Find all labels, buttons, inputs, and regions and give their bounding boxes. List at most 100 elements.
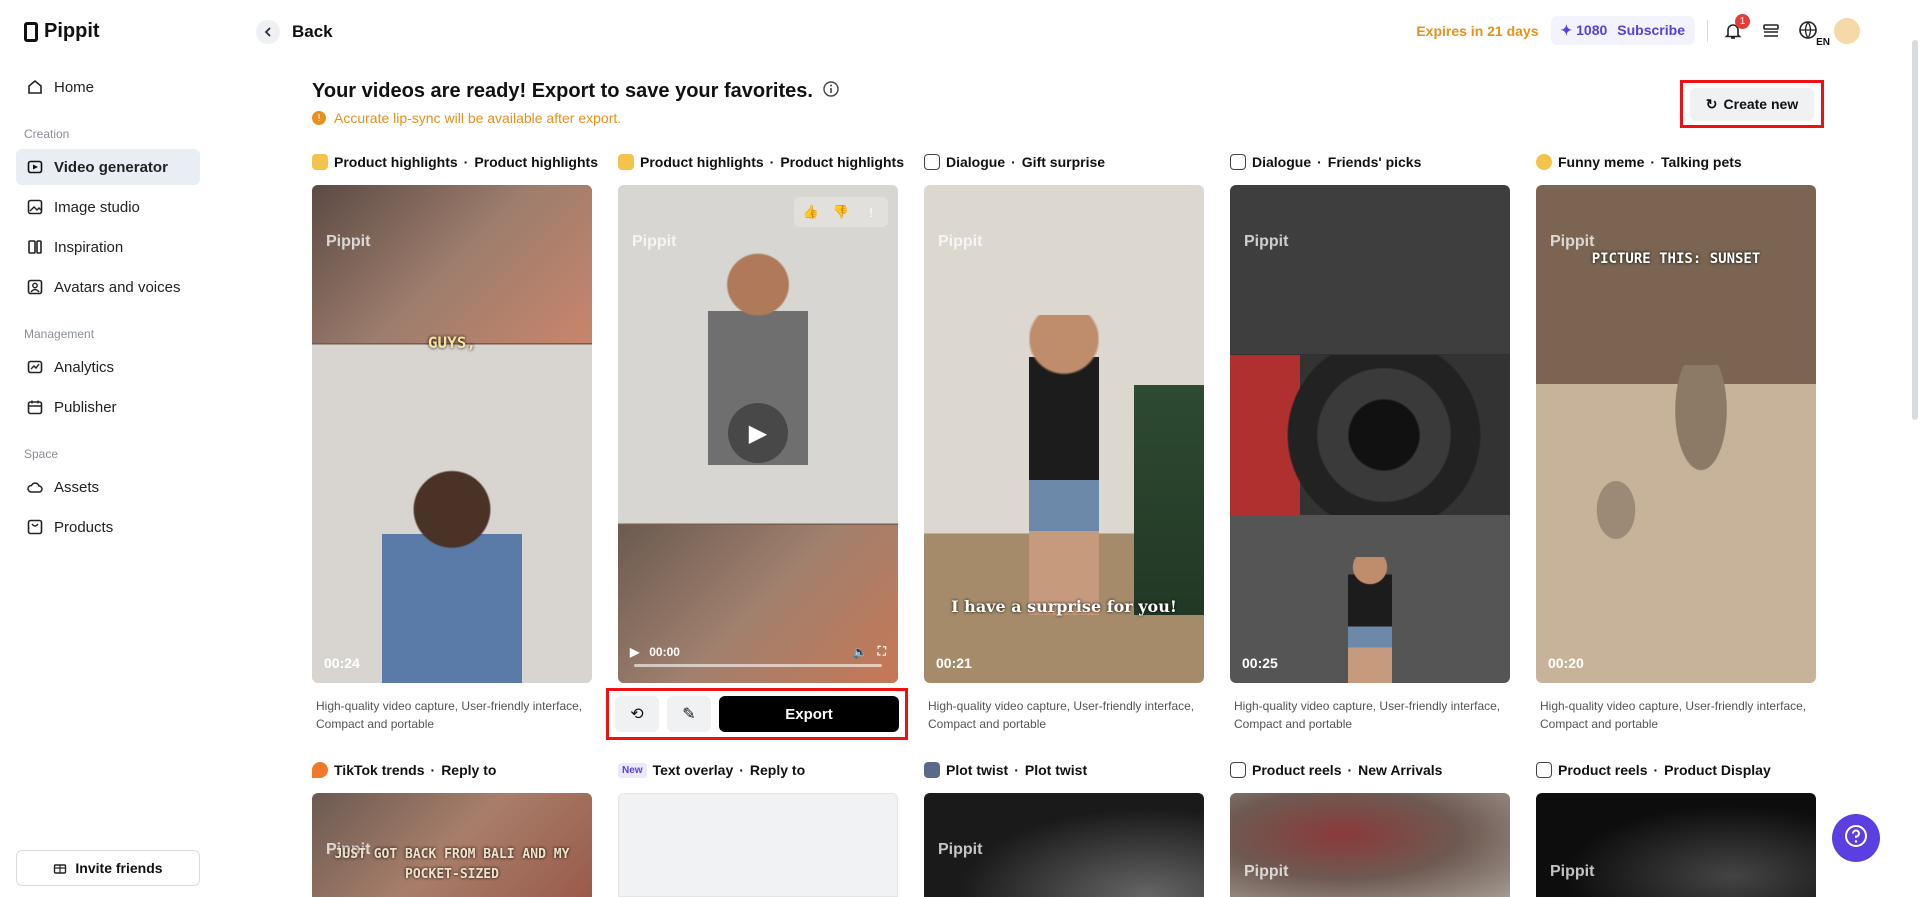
sidebar-item-image-studio[interactable]: Image studio [16, 189, 200, 225]
video-thumbnail[interactable]: Pippit I have a surprise for you! 00:21 [924, 185, 1204, 683]
cloud-icon [26, 478, 44, 496]
sparkle-icon [312, 154, 328, 170]
card-title: Funny meme · Talking pets [1536, 154, 1742, 170]
card-actions: ⟲ ✎ Export [606, 688, 908, 740]
card-title: Product reels · New Arrivals [1230, 762, 1442, 778]
regenerate-button[interactable]: ⟲ [615, 696, 659, 732]
video-thumbnail[interactable]: Pippit 00:25 [1230, 185, 1510, 683]
thumbs-up-icon[interactable]: 👍 [798, 201, 824, 223]
video-caption: I have a surprise for you! [951, 597, 1177, 616]
refresh-icon: ↻ [1705, 95, 1718, 112]
chat-bubble-icon [1230, 154, 1246, 170]
card-title: Dialogue · Friends' picks [1230, 154, 1421, 170]
watermark: Pippit [938, 233, 983, 250]
video-duration: 00:24 [324, 655, 360, 671]
video-player[interactable]: Pippit 👍 👎 ! ▶ ▶ 00:00 🔈 ⛶ [618, 185, 898, 683]
fullscreen-icon[interactable]: ⛶ [878, 644, 886, 659]
card-title: New Text overlay · Reply to [618, 762, 805, 778]
create-new-highlight: ↻ Create new [1680, 80, 1824, 128]
layers-icon[interactable] [1758, 18, 1784, 44]
fire-icon [312, 762, 328, 778]
video-thumbnail[interactable]: Pippit JUST GOT BACK FROM BALI AND MY PO… [312, 793, 592, 897]
thumbs-down-icon[interactable]: 👎 [828, 201, 854, 223]
watermark: Pippit [1550, 863, 1595, 880]
camera-lens-image [1230, 355, 1510, 515]
sidebar-item-inspiration[interactable]: Inspiration [16, 229, 200, 265]
sidebar: Pippit Home Creation Video generator Ima… [0, 0, 216, 897]
sparkle-icon [618, 154, 634, 170]
help-icon [1844, 824, 1868, 853]
video-description: High-quality video capture, User-friendl… [928, 699, 1195, 731]
notification-bell-icon[interactable]: 1 [1720, 13, 1750, 44]
video-thumbnail[interactable]: Pippit [924, 793, 1204, 897]
video-caption: JUST GOT BACK FROM BALI AND MY POCKET-SI… [334, 847, 570, 882]
laughing-face-icon [1536, 154, 1552, 170]
credits-subscribe[interactable]: ✦ 1080 Subscribe [1550, 16, 1695, 45]
thumbnail-image [618, 525, 898, 683]
export-button[interactable]: Export [719, 696, 899, 732]
divider [1707, 19, 1708, 42]
player-time: 00:00 [649, 644, 680, 659]
video-thumbnail[interactable]: Pippit [1230, 793, 1510, 897]
card-title: Product highlights · Product highlights [312, 154, 598, 170]
lipsync-notice: ! Accurate lip-sync will be available aft… [312, 110, 621, 126]
sidebar-item-analytics[interactable]: Analytics [16, 349, 200, 385]
gift-icon [53, 860, 67, 877]
thumbnail-image [312, 185, 592, 343]
home-icon [26, 78, 44, 96]
card-title: TikTok trends · Reply to [312, 762, 496, 778]
sidebar-item-home[interactable]: Home [16, 69, 200, 105]
feedback-bar: 👍 👎 ! [794, 197, 888, 227]
subscribe-link[interactable]: Subscribe [1617, 22, 1685, 39]
video-duration: 00:25 [1242, 655, 1278, 671]
volume-icon[interactable]: 🔈 [853, 645, 868, 659]
watermark: Pippit [1244, 233, 1289, 250]
edit-button[interactable]: ✎ [667, 696, 711, 732]
video-thumbnail[interactable]: Pippit [1536, 793, 1816, 897]
sidebar-item-video-generator[interactable]: Video generator [16, 149, 200, 185]
back-button[interactable]: Back [256, 20, 333, 44]
section-label-space: Space [24, 447, 59, 461]
notification-badge: 1 [1735, 13, 1750, 29]
section-label-management: Management [24, 327, 95, 341]
play-button[interactable]: ▶ [728, 403, 788, 463]
page-scrollbar[interactable] [1912, 40, 1918, 420]
sidebar-item-publisher[interactable]: Publisher [16, 389, 200, 425]
product-icon [26, 518, 44, 536]
watermark: Pippit [632, 233, 677, 250]
sidebar-item-products[interactable]: Products [16, 509, 200, 545]
video-thumbnail[interactable]: Pippit PICTURE THIS: SUNSET 00:20 [1536, 185, 1816, 683]
video-thumbnail-loading[interactable] [618, 793, 898, 897]
language-globe-icon[interactable]: EN [1796, 18, 1830, 48]
video-duration: 00:20 [1548, 655, 1584, 671]
play-icon[interactable]: ▶ [630, 645, 639, 659]
watermark: Pippit [938, 841, 983, 858]
expiry-notice[interactable]: Expires in 21 days [1416, 23, 1538, 39]
video-description: High-quality video capture, User-friendl… [1234, 699, 1501, 731]
card-title: Dialogue · Gift surprise [924, 154, 1105, 170]
sidebar-item-avatars[interactable]: Avatars and voices [16, 269, 200, 305]
card-title: Plot twist · Plot twist [924, 762, 1087, 778]
app-logo[interactable]: Pippit [24, 20, 100, 43]
video-thumbnail[interactable]: Pippit GUYS, 00:24 [312, 185, 592, 683]
chevron-left-icon [256, 20, 280, 44]
video-icon [26, 158, 44, 176]
watermark: Pippit [1244, 863, 1289, 880]
invite-friends-button[interactable]: Invite friends [16, 850, 200, 886]
product-reel-icon [1536, 762, 1552, 778]
help-button[interactable] [1832, 814, 1880, 862]
report-icon[interactable]: ! [858, 201, 884, 223]
user-avatar[interactable] [1834, 17, 1860, 44]
video-duration: 00:21 [936, 655, 972, 671]
sidebar-item-assets[interactable]: Assets [16, 469, 200, 505]
section-label-creation: Creation [24, 127, 70, 141]
thumbnail-image [1029, 315, 1099, 615]
progress-bar[interactable] [634, 664, 882, 667]
cat-image [1656, 365, 1746, 515]
watermark: Pippit [326, 233, 371, 250]
christmas-tree-image [1134, 385, 1204, 615]
video-description: High-quality video capture, User-friendl… [1540, 699, 1807, 731]
info-icon[interactable] [823, 80, 839, 103]
player-controls: ▶ 00:00 🔈 ⛶ [630, 644, 886, 659]
create-new-button[interactable]: ↻ Create new [1689, 87, 1815, 121]
